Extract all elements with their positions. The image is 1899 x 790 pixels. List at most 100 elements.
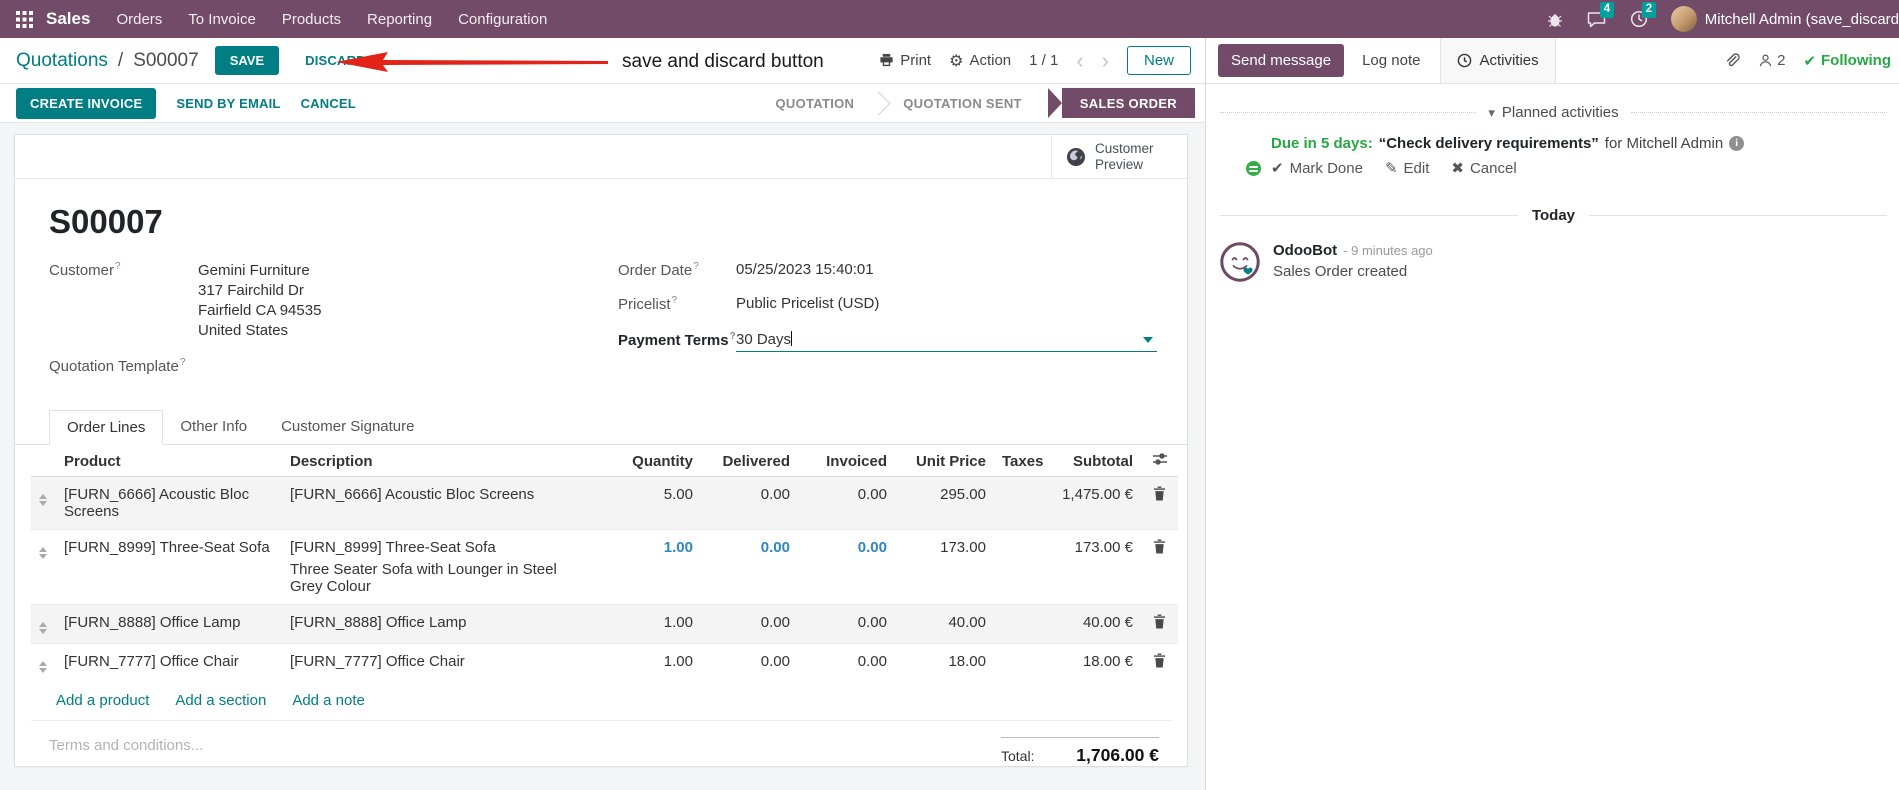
cell-taxes[interactable]: [994, 476, 1054, 530]
cell-delivered[interactable]: 0.00: [701, 643, 798, 682]
action-button[interactable]: ⚙ Action: [949, 51, 1011, 71]
notebook-tabs: Order Lines Other Info Customer Signatur…: [15, 410, 1187, 445]
send-message-button[interactable]: Send message: [1218, 44, 1345, 77]
cell-invoiced[interactable]: 0.00: [798, 643, 895, 682]
cell-description[interactable]: [FURN_8999] Three-Seat Sofa Three Seater …: [282, 529, 567, 605]
cell-invoiced[interactable]: 0.00: [798, 476, 895, 530]
delete-row-icon[interactable]: [1153, 486, 1166, 505]
create-invoice-button[interactable]: CREATE INVOICE: [16, 87, 157, 119]
cell-unit-price[interactable]: 40.00: [895, 604, 994, 644]
cell-quantity[interactable]: 1.00: [567, 529, 701, 605]
drag-handle[interactable]: [39, 491, 47, 506]
following-button[interactable]: ✔ Following: [1803, 52, 1891, 70]
cell-delivered[interactable]: 0.00: [701, 604, 798, 644]
info-icon[interactable]: i: [1729, 136, 1745, 151]
drag-handle[interactable]: [39, 658, 47, 673]
discard-button[interactable]: DISCARD: [305, 53, 366, 68]
optional-columns-button[interactable]: [1141, 445, 1178, 477]
print-button[interactable]: Print: [879, 52, 931, 69]
customer-value: Gemini Furniture 317 Fairchild Dr Fairfi…: [198, 261, 321, 341]
delete-row-icon[interactable]: [1153, 539, 1166, 558]
cancel-activity-button[interactable]: ✖ Cancel: [1451, 159, 1516, 178]
status-step-sales-order[interactable]: SALES ORDER: [1047, 88, 1195, 118]
handle-column-header: [31, 445, 56, 477]
cell-invoiced[interactable]: 0.00: [798, 529, 895, 605]
cell-description[interactable]: [FURN_8888] Office Lamp: [282, 604, 567, 644]
status-step-quotation[interactable]: QUOTATION: [755, 88, 875, 118]
customer-preview-button[interactable]: Customer Preview: [1051, 135, 1187, 178]
chatter-panel: Send message Log note Activities 2 ✔ Fol…: [1206, 38, 1899, 790]
pager-previous-icon[interactable]: ‹: [1076, 49, 1083, 72]
apps-grid-icon[interactable]: [14, 9, 34, 29]
pricelist-field-row: Pricelist? Public Pricelist (USD): [618, 295, 1157, 313]
control-panel: Quotations / S00007 SAVE DISCARD save an…: [0, 38, 1205, 84]
cell-product[interactable]: [FURN_6666] Acoustic Bloc Screens: [56, 476, 282, 530]
edit-activity-button[interactable]: ✎ Edit: [1384, 159, 1429, 178]
customer-field-row: Customer? Gemini Furniture 317 Fairchild…: [49, 261, 608, 341]
add-a-product-link[interactable]: Add a product: [56, 692, 149, 709]
delete-row-icon[interactable]: [1153, 614, 1166, 633]
main-row: Quotations / S00007 SAVE DISCARD save an…: [0, 38, 1899, 790]
breadcrumb-quotations-link[interactable]: Quotations: [16, 50, 108, 72]
log-note-button[interactable]: Log note: [1362, 52, 1420, 69]
cell-quantity[interactable]: 1.00: [567, 643, 701, 682]
nav-menu-orders[interactable]: Orders: [116, 11, 162, 28]
dropdown-caret-icon[interactable]: [1143, 337, 1153, 343]
cell-unit-price[interactable]: 295.00: [895, 476, 994, 530]
caret-down-icon: ▾: [1488, 104, 1495, 120]
cell-taxes[interactable]: [994, 604, 1054, 644]
pencil-icon: ✎: [1384, 160, 1398, 177]
order-date-field[interactable]: 05/25/2023 15:40:01: [736, 261, 874, 279]
planned-activities-toggle[interactable]: ▾ Planned activities: [1220, 104, 1888, 121]
pricelist-field[interactable]: Public Pricelist (USD): [736, 295, 879, 313]
nav-menu-configuration[interactable]: Configuration: [458, 11, 547, 28]
tab-order-lines[interactable]: Order Lines: [49, 410, 164, 445]
cell-delivered[interactable]: 0.00: [701, 476, 798, 530]
mark-done-button[interactable]: ✔ Mark Done: [1271, 159, 1363, 178]
cell-quantity[interactable]: 5.00: [567, 476, 701, 530]
nav-menu-to-invoice[interactable]: To Invoice: [188, 11, 256, 28]
drag-handle[interactable]: [39, 544, 47, 559]
cell-product[interactable]: [FURN_8999] Three-Seat Sofa: [56, 529, 282, 605]
cell-taxes[interactable]: [994, 529, 1054, 605]
cell-description[interactable]: [FURN_6666] Acoustic Bloc Screens: [282, 476, 567, 530]
payment-terms-input[interactable]: 30 Days: [735, 331, 1157, 352]
terms-and-conditions-input[interactable]: Terms and conditions...: [49, 737, 203, 766]
cell-delivered[interactable]: 0.00: [701, 529, 798, 605]
customer-link[interactable]: Gemini Furniture: [198, 261, 321, 281]
add-a-section-link[interactable]: Add a section: [175, 692, 266, 709]
cell-unit-price[interactable]: 173.00: [895, 529, 994, 605]
attachments-button[interactable]: [1723, 52, 1740, 69]
activities-clock-icon[interactable]: 2: [1629, 2, 1657, 29]
delete-row-icon[interactable]: [1153, 653, 1166, 672]
tab-other-info[interactable]: Other Info: [163, 410, 264, 445]
send-by-email-button[interactable]: SEND BY EMAIL: [176, 96, 280, 111]
activities-tab[interactable]: Activities: [1440, 38, 1556, 83]
cell-product[interactable]: [FURN_7777] Office Chair: [56, 643, 282, 682]
debug-bug-icon[interactable]: [1545, 9, 1565, 29]
messages-icon[interactable]: 4: [1587, 2, 1615, 29]
status-step-quotation-sent[interactable]: QUOTATION SENT: [883, 88, 1042, 118]
new-button[interactable]: New: [1126, 46, 1191, 75]
user-menu[interactable]: Mitchell Admin (save_discard: [1670, 6, 1899, 32]
cell-taxes[interactable]: [994, 643, 1054, 682]
followers-button[interactable]: 2: [1758, 52, 1785, 69]
save-button[interactable]: SAVE: [214, 46, 280, 75]
cell-unit-price[interactable]: 18.00: [895, 643, 994, 682]
cell-quantity[interactable]: 1.00: [567, 604, 701, 644]
drag-handle[interactable]: [39, 619, 47, 634]
cell-product[interactable]: [FURN_8888] Office Lamp: [56, 604, 282, 644]
cell-invoiced[interactable]: 0.00: [798, 604, 895, 644]
cancel-button[interactable]: CANCEL: [301, 96, 356, 111]
cell-description[interactable]: [FURN_7777] Office Chair: [282, 643, 567, 682]
app-brand: Sales: [14, 9, 90, 29]
column-taxes: Taxes: [994, 445, 1054, 477]
tab-customer-signature[interactable]: Customer Signature: [264, 410, 431, 445]
add-a-note-link[interactable]: Add a note: [292, 692, 365, 709]
nav-menu-products[interactable]: Products: [282, 11, 341, 28]
message-author[interactable]: OdooBot: [1273, 242, 1337, 259]
planned-activities-title: Planned activities: [1501, 104, 1619, 121]
nav-menu-reporting[interactable]: Reporting: [367, 11, 432, 28]
app-name[interactable]: Sales: [46, 9, 90, 29]
pager-next-icon[interactable]: ›: [1102, 49, 1109, 72]
